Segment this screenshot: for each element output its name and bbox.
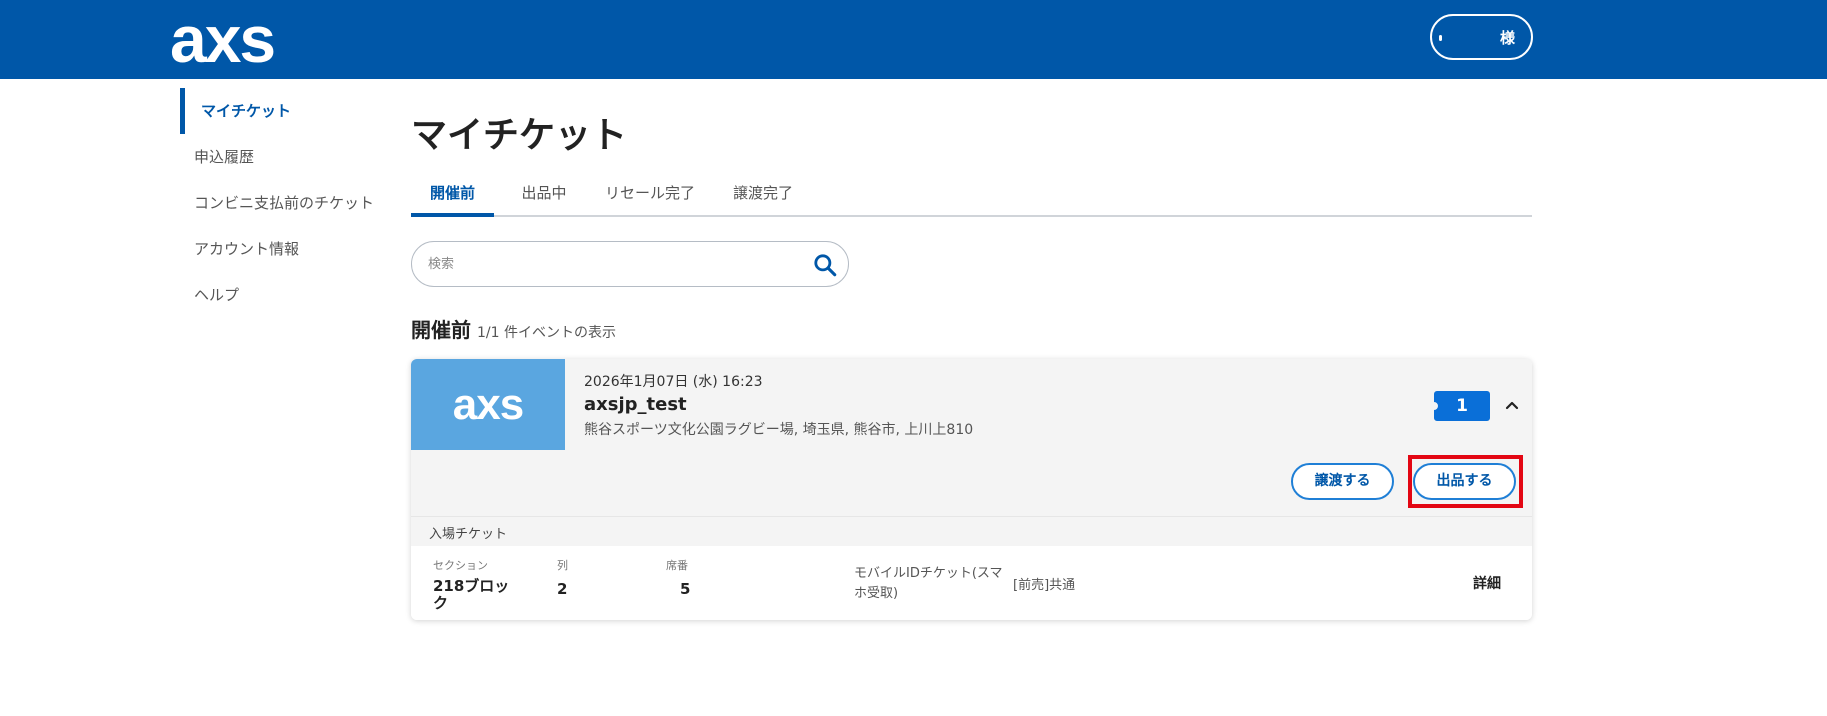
- ticket-count: 1: [1456, 396, 1468, 416]
- tab-resale-complete[interactable]: リセール完了: [593, 172, 707, 217]
- chevron-up-icon[interactable]: [1502, 395, 1522, 415]
- page-title: マイチケット: [411, 115, 628, 156]
- ticket-type: モバイルIDチケット(スマホ受取): [854, 566, 1003, 601]
- highlight-box: [1408, 455, 1523, 508]
- ticket-count-badge: 1: [1434, 391, 1490, 421]
- transfer-button[interactable]: 譲渡する: [1291, 463, 1394, 500]
- detail-link[interactable]: 詳細: [1473, 573, 1501, 593]
- row-value: 2: [557, 580, 568, 598]
- price-type: [前売]共通: [1013, 578, 1076, 593]
- event-name[interactable]: axsjp_test: [584, 394, 687, 415]
- tab-listed[interactable]: 出品中: [505, 172, 583, 217]
- section-label: セクション: [433, 559, 488, 572]
- sidebar-item-help[interactable]: ヘルプ: [180, 272, 390, 318]
- event-thumbnail[interactable]: axs: [411, 359, 565, 450]
- list-heading-title: 開催前: [411, 318, 471, 342]
- tab-transfer-complete[interactable]: 譲渡完了: [717, 172, 809, 217]
- list-heading: 開催前 1/1 件イベントの表示: [411, 314, 616, 343]
- search-input[interactable]: [428, 254, 788, 274]
- user-menu-button[interactable]: 様: [1430, 14, 1533, 60]
- event-venue: 熊谷スポーツ文化公園ラグビー場, 埼玉県, 熊谷市, 上川上810: [584, 422, 974, 438]
- top-navigation-bar: axs 様: [0, 0, 1827, 79]
- tab-upcoming[interactable]: 開催前: [411, 172, 494, 217]
- ticket-section-label: 入場チケット: [429, 527, 508, 542]
- seat-value: 5: [680, 580, 691, 598]
- search-icon[interactable]: [812, 252, 838, 278]
- event-count: 1/1 件イベントの表示: [477, 325, 616, 341]
- row-label: 列: [557, 559, 568, 572]
- user-suffix: 様: [1499, 28, 1515, 47]
- sidebar-item-account-info[interactable]: アカウント情報: [180, 226, 390, 272]
- user-name-redacted: [1439, 35, 1442, 41]
- axs-logo[interactable]: axs: [170, 4, 276, 74]
- sidebar: マイチケット 申込履歴 コンビニ支払前のチケット アカウント情報 ヘルプ: [180, 88, 390, 318]
- sidebar-item-unpaid-tickets[interactable]: コンビニ支払前のチケット: [180, 180, 390, 226]
- event-card: axs 2026年1月07日 (水) 16:23 axsjp_test 熊谷スポ…: [411, 359, 1532, 620]
- ticket-row: セクション 列 席番 218ブロック 2 5 モバイルIDチケット(スマホ受取)…: [411, 546, 1532, 620]
- ticket-section-header: 入場チケット: [411, 516, 1532, 546]
- section-value: 218ブロック: [433, 577, 510, 612]
- sidebar-item-application-history[interactable]: 申込履歴: [180, 134, 390, 180]
- sidebar-item-my-tickets[interactable]: マイチケット: [180, 88, 390, 134]
- event-date: 2026年1月07日 (水) 16:23: [584, 374, 763, 390]
- ticket-status-tabs: 開催前 出品中 リセール完了 譲渡完了: [411, 172, 1532, 217]
- search-box: [411, 241, 849, 287]
- seat-label: 席番: [666, 559, 688, 572]
- event-card-header: axs 2026年1月07日 (水) 16:23 axsjp_test 熊谷スポ…: [411, 359, 1532, 516]
